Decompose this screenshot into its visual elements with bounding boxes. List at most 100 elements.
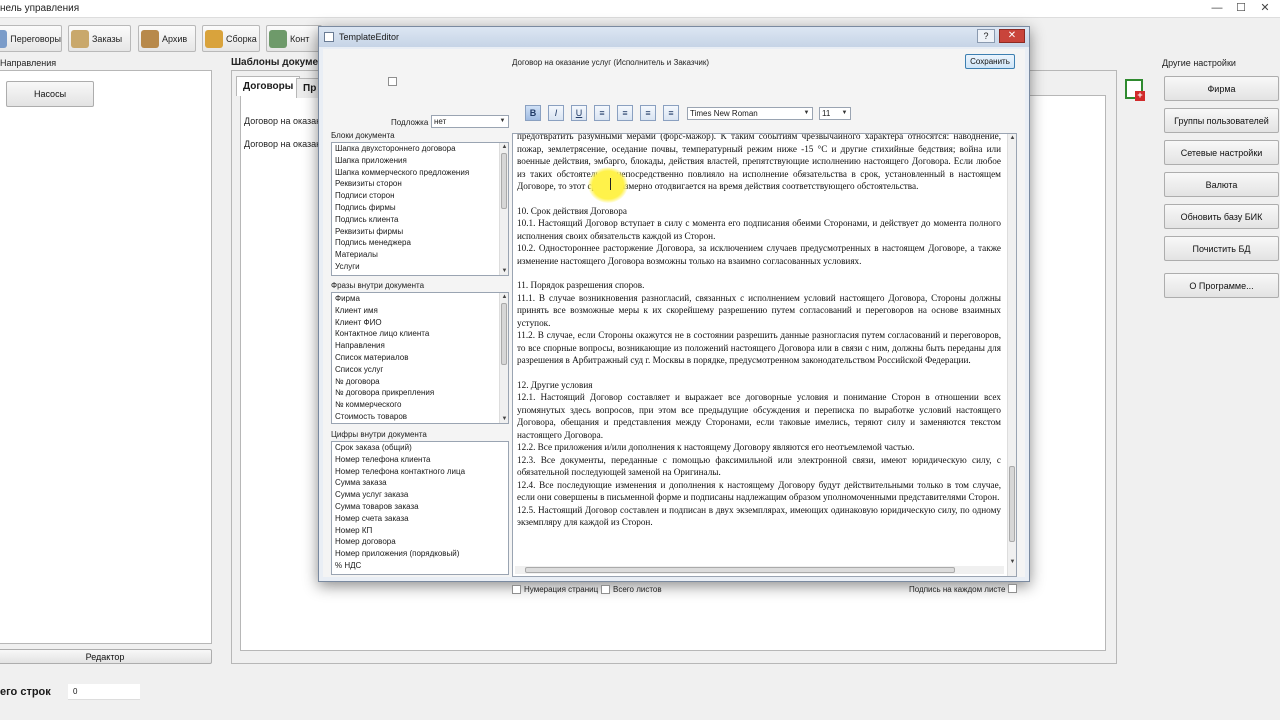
document-paragraph[interactable]: 12.3. Все документы, переданные с помощь…: [517, 454, 1001, 479]
update-bik-button[interactable]: Обновить базу БИК: [1164, 204, 1279, 229]
document-list-item[interactable]: Договор на оказани: [244, 116, 326, 126]
phrase-list-item[interactable]: Стоимость товаров: [332, 411, 508, 423]
number-list-item[interactable]: Номер счета заказа: [332, 513, 508, 525]
phrase-list-item[interactable]: Клиент имя: [332, 305, 508, 317]
bold-button[interactable]: B: [525, 105, 541, 121]
block-list-item[interactable]: Шапка двухстороннего договора: [332, 143, 508, 155]
document-paragraph[interactable]: 12.2. Все приложения и/или дополнения к …: [517, 441, 1001, 454]
phrase-list-item[interactable]: № договора: [332, 376, 508, 388]
block-list-item[interactable]: Подпись фирмы: [332, 202, 508, 214]
italic-button[interactable]: I: [548, 105, 564, 121]
document-paragraph[interactable]: 10.2. Одностороннее расторжение Договора…: [517, 242, 1001, 267]
number-list-item[interactable]: % НДС: [332, 560, 508, 572]
sign-each-sheet-checkbox[interactable]: [1008, 584, 1017, 593]
save-button[interactable]: Сохранить: [965, 54, 1015, 69]
block-list-item[interactable]: Шапка коммерческого предложения: [332, 167, 508, 179]
document-paragraph[interactable]: 11.1. В случае возникновения разногласий…: [517, 292, 1001, 330]
document-paragraph[interactable]: [517, 267, 1001, 279]
minimize-button[interactable]: —: [1208, 1, 1226, 15]
block-list-item[interactable]: Услуги: [332, 261, 508, 273]
underline-button[interactable]: U: [571, 105, 587, 121]
scroll-thumb[interactable]: [501, 153, 507, 209]
block-list-item[interactable]: Материалы: [332, 249, 508, 261]
number-list-item[interactable]: Сумма товаров заказа: [332, 501, 508, 513]
document-paragraph[interactable]: 11. Порядок разрешения споров.: [517, 279, 1001, 292]
toolbar-contacts-button[interactable]: Конт: [266, 25, 322, 52]
number-list-item[interactable]: Сумма услуг заказа: [332, 489, 508, 501]
phrases-scrollbar[interactable]: ▲ ▼: [499, 293, 508, 423]
block-list-item[interactable]: Реквизиты фирмы: [332, 226, 508, 238]
firm-button[interactable]: Фирма: [1164, 76, 1279, 101]
phrase-list-item[interactable]: Список материалов: [332, 352, 508, 364]
font-family-select[interactable]: Times New Roman ▼: [687, 107, 813, 120]
phrase-list-item[interactable]: Клиент ФИО: [332, 317, 508, 329]
number-list-item[interactable]: Номер телефона клиента: [332, 454, 508, 466]
toolbar-archive-button[interactable]: Архив: [138, 25, 196, 52]
numbers-list[interactable]: Срок заказа (общий) Номер телефона клиент…: [331, 441, 509, 575]
scroll-thumb[interactable]: [1009, 466, 1015, 542]
document-paragraph[interactable]: 10. Срок действия Договора: [517, 205, 1001, 218]
direction-pumps-button[interactable]: Насосы: [6, 81, 94, 107]
phrases-list[interactable]: Фирма Клиент имя Клиент ФИО Контактное лицо…: [331, 292, 509, 424]
number-list-item[interactable]: Номер КП: [332, 525, 508, 537]
phrase-list-item[interactable]: Направления: [332, 340, 508, 352]
phrase-list-item[interactable]: Список услуг: [332, 364, 508, 376]
align-justify-button[interactable]: ≡: [663, 105, 679, 121]
font-size-select[interactable]: 11 ▼: [819, 107, 851, 120]
phrase-list-item[interactable]: Фирма: [332, 293, 508, 305]
block-list-item[interactable]: Подпись менеджера: [332, 237, 508, 249]
editor-hscrollbar[interactable]: [515, 566, 1004, 574]
document-list-item[interactable]: Договор на оказани: [244, 139, 326, 149]
maximize-button[interactable]: ☐: [1232, 1, 1250, 15]
document-paragraph[interactable]: 12.1. Настоящий Договор составляет и выр…: [517, 391, 1001, 441]
scroll-thumb[interactable]: [525, 567, 955, 573]
network-settings-button[interactable]: Сетевые настройки: [1164, 140, 1279, 165]
toolbar-assembly-button[interactable]: Сборка: [202, 25, 260, 52]
document-paragraph[interactable]: [517, 367, 1001, 379]
document-paragraph[interactable]: 12. Другие условия: [517, 379, 1001, 392]
editor-button[interactable]: Редактор: [0, 649, 212, 664]
tab-contracts[interactable]: Договоры: [236, 76, 301, 96]
align-left-button[interactable]: ≡: [594, 105, 610, 121]
number-list-item[interactable]: Сумма заказа: [332, 477, 508, 489]
scroll-thumb[interactable]: [501, 303, 507, 365]
toolbar-negotiations-button[interactable]: Переговоры: [0, 25, 62, 52]
phrase-list-item[interactable]: Контактное лицо клиента: [332, 328, 508, 340]
editor-scrollbar[interactable]: ▲ ▼: [1007, 134, 1016, 576]
document-paragraph[interactable]: 11.2. В случае, если Стороны окажутся не…: [517, 329, 1001, 367]
add-sheet-icon[interactable]: +: [1125, 79, 1145, 101]
block-list-item[interactable]: Реквизиты сторон: [332, 178, 508, 190]
currency-button[interactable]: Валюта: [1164, 172, 1279, 197]
number-list-item[interactable]: Номер приложения (порядковый): [332, 548, 508, 560]
page-numbering-checkbox[interactable]: [512, 585, 521, 594]
number-list-item[interactable]: Номер договора: [332, 536, 508, 548]
document-paragraph[interactable]: 12.5. Настоящий Договор составлен и подп…: [517, 504, 1001, 529]
help-button[interactable]: ?: [977, 29, 995, 43]
substrate-select[interactable]: нет ▼: [431, 115, 509, 128]
number-list-item[interactable]: Срок заказа (общий): [332, 442, 508, 454]
user-groups-button[interactable]: Группы пользователей: [1164, 108, 1279, 133]
clean-db-button[interactable]: Почистить БД: [1164, 236, 1279, 261]
document-paragraph[interactable]: 12.4. Все последующие изменения и дополн…: [517, 479, 1001, 504]
scroll-down-icon[interactable]: ▼: [1008, 558, 1016, 566]
number-list-item[interactable]: Номер телефона контактного лица: [332, 466, 508, 478]
header-checkbox[interactable]: [388, 77, 397, 86]
blocks-scrollbar[interactable]: ▲ ▼: [499, 143, 508, 275]
scroll-down-icon[interactable]: ▼: [500, 415, 508, 423]
scroll-up-icon[interactable]: ▲: [500, 143, 508, 151]
scroll-down-icon[interactable]: ▼: [500, 267, 508, 275]
block-list-item[interactable]: Подписи сторон: [332, 190, 508, 202]
dialog-close-button[interactable]: ✕: [999, 29, 1025, 43]
block-list-item[interactable]: Подпись клиента: [332, 214, 508, 226]
scroll-up-icon[interactable]: ▲: [500, 293, 508, 301]
align-center-button[interactable]: ≡: [617, 105, 633, 121]
phrase-list-item[interactable]: № коммерческого: [332, 399, 508, 411]
toolbar-orders-button[interactable]: Заказы: [68, 25, 131, 52]
align-right-button[interactable]: ≡: [640, 105, 656, 121]
document-paragraph[interactable]: 10.1. Настоящий Договор вступает в силу …: [517, 217, 1001, 242]
close-button[interactable]: ✕: [1256, 1, 1274, 15]
document-editor[interactable]: предотвратить разумными мерами (форс-маж…: [512, 133, 1017, 577]
block-list-item[interactable]: Шапка приложения: [332, 155, 508, 167]
total-sheets-checkbox[interactable]: [601, 585, 610, 594]
document-paragraph[interactable]: [517, 193, 1001, 205]
